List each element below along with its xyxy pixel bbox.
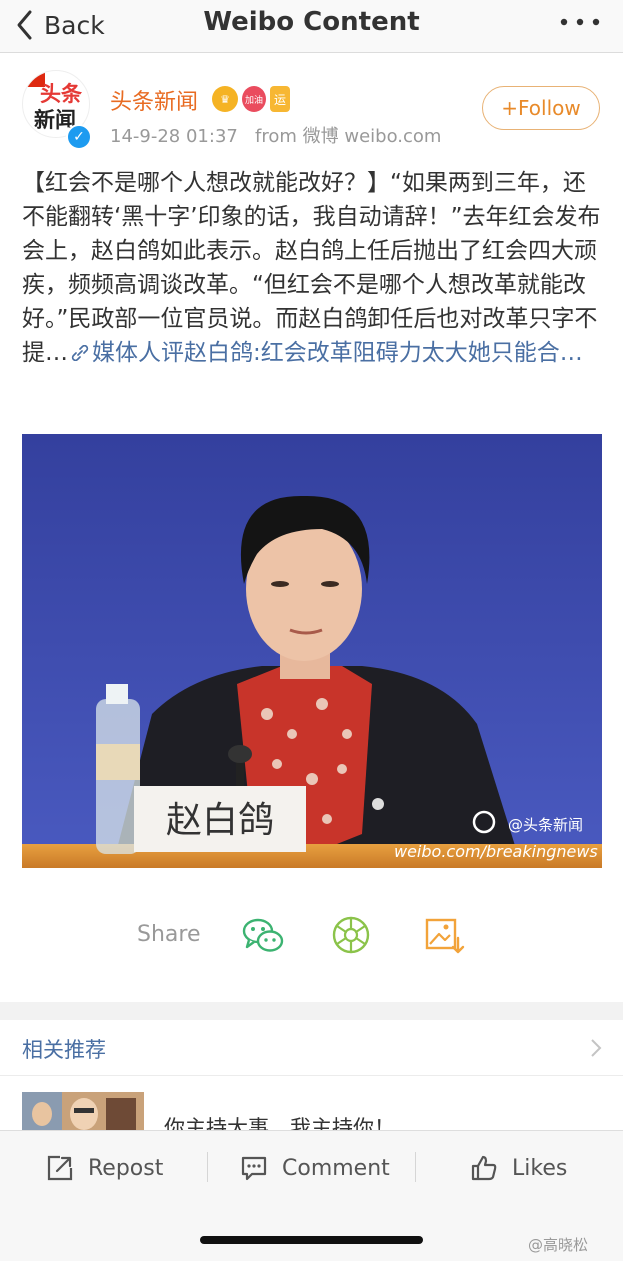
post-body: 【红会不是哪个人想改就能改好？】“如果两到三年，还不能翻转‘黑十字’印象的话，我… [22,166,602,370]
nameplate-text: 赵白鸽 [166,800,274,841]
section-separator [0,1002,623,1020]
chevron-left-icon [17,10,32,40]
more-options-icon[interactable] [555,14,605,30]
moments-icon[interactable] [328,912,374,958]
home-indicator[interactable] [200,1236,423,1244]
image-watermark-url: weibo.com/breakingnews [394,842,598,861]
article-link[interactable]: 媒体人评赵白鸽:红会改革阻碍力太大她只能合… [68,340,583,366]
screenshot-watermark: @高晓松 [528,1236,589,1254]
related-section-title[interactable]: 相关推荐 [22,1034,106,1064]
avatar-text-top: 头条 [40,82,83,106]
divider [207,1152,208,1182]
author-name[interactable]: 头条新闻 [110,84,198,116]
likes-button[interactable]: Likes [470,1148,567,1188]
crown-badge-icon[interactable]: ♛ [212,86,238,112]
repost-button[interactable]: Repost [46,1148,163,1188]
post-timestamp: 14-9-28 01:37 [110,126,238,147]
luck-badge[interactable]: 运 [270,86,290,112]
thumbs-up-icon [471,1155,497,1181]
post-meta: 14-9-28 01:37 from 微博 weibo.com [110,122,441,148]
link-icon [71,344,89,362]
follow-button[interactable]: +Follow [482,86,600,130]
related-thumbnail[interactable] [22,1092,144,1132]
share-label: Share [137,922,201,947]
comment-button[interactable]: Comment [240,1148,390,1188]
cartoon-thumbnail [22,1092,144,1132]
article-link-text: 媒体人评赵白鸽:红会改革阻碍力太大她只能合… [92,340,583,366]
cheer-badge[interactable]: 加油 [242,86,266,112]
save-image-icon[interactable] [420,912,466,958]
comment-label: Comment [282,1155,390,1181]
verified-badge-icon: ✓ [66,124,92,150]
press-conference-photo: 赵白鸽 @头条新闻 weibo.com/breakingnews [22,434,602,868]
image-watermark-handle: @头条新闻 [508,816,583,834]
post-source: from 微博 weibo.com [255,126,442,147]
divider [0,1075,623,1076]
divider [415,1152,416,1182]
back-label: Back [44,10,105,40]
post-image[interactable]: 赵白鸽 @头条新闻 weibo.com/breakingnews [22,434,602,868]
repost-label: Repost [88,1155,164,1181]
likes-label: Likes [512,1155,568,1181]
chevron-right-icon[interactable] [590,1038,602,1058]
navigation-bar: Weibo Content Back [0,0,623,53]
wechat-icon[interactable] [240,912,286,958]
repost-icon [47,1155,73,1181]
post-text: 【红会不是哪个人想改就能改好？】“如果两到三年，还不能翻转‘黑十字’印象的话，我… [22,170,601,366]
back-button[interactable]: Back [14,6,105,44]
comment-icon [241,1156,267,1181]
